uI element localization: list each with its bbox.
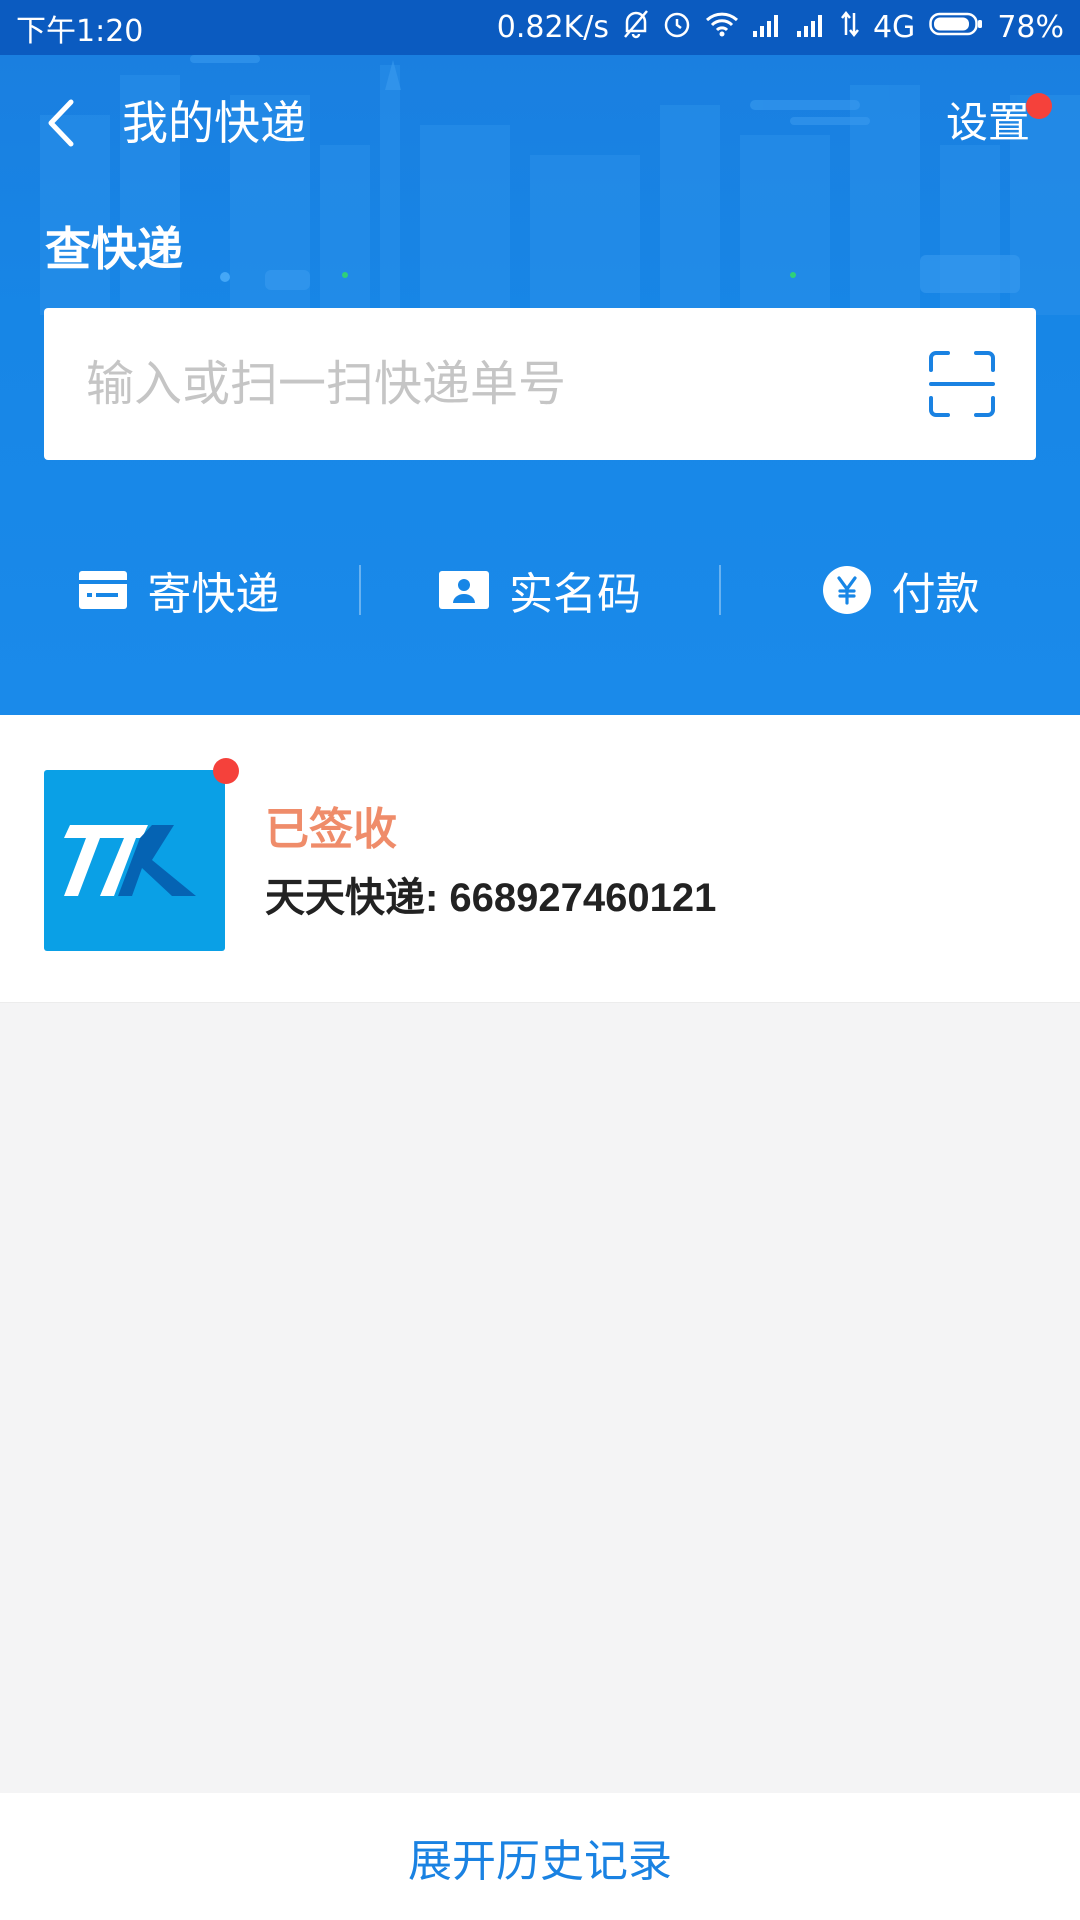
signal-icon-2 — [796, 10, 827, 45]
status-time: 下午1:20 — [16, 13, 144, 49]
tracking-search-box[interactable] — [44, 308, 1036, 460]
chevron-left-icon — [48, 99, 74, 147]
header-panel: 我的快递 设置 查快递 寄快递 — [0, 55, 1080, 715]
footer-bar: 展开历史记录 — [0, 1793, 1080, 1920]
tracking-number: 天天快递: 668927460121 — [265, 876, 717, 920]
data-arrows-icon — [840, 10, 859, 45]
scan-icon[interactable] — [928, 350, 996, 418]
ttk-logo-icon — [64, 825, 196, 896]
quick-actions: 寄快递 实名码 付款 — [0, 550, 1080, 630]
battery-percent: 78% — [997, 10, 1064, 45]
mute-bell-icon — [623, 9, 649, 47]
signal-icon-1 — [752, 10, 783, 45]
expand-history-button[interactable]: 展开历史记录 — [408, 1825, 672, 1889]
unread-dot — [213, 758, 239, 784]
id-card-icon — [439, 571, 489, 609]
payment-label: 付款 — [891, 569, 980, 620]
package-list-item[interactable]: 已签收 天天快递: 668927460121 — [0, 715, 1080, 1003]
status-indicators: 0.82K/s 4G 78% — [497, 9, 1064, 47]
send-package-icon — [79, 571, 128, 609]
notification-dot — [1026, 93, 1052, 119]
battery-icon — [929, 10, 983, 45]
send-package-label: 寄快递 — [147, 569, 280, 620]
network-type: 4G — [872, 10, 916, 45]
payment-button[interactable]: 付款 — [721, 550, 1080, 630]
courier-logo — [44, 758, 239, 951]
tracking-number-input[interactable] — [84, 355, 928, 413]
back-button[interactable] — [40, 93, 80, 153]
settings-label: 设置 — [945, 98, 1030, 147]
real-name-code-button[interactable]: 实名码 — [361, 550, 720, 630]
section-title: 查快递 — [45, 222, 183, 276]
page-title: 我的快递 — [122, 96, 306, 150]
settings-button[interactable]: 设置 — [945, 93, 1052, 153]
send-package-button[interactable]: 寄快递 — [0, 550, 359, 630]
status-bar: 下午1:20 0.82K/s 4G 78% — [0, 0, 1080, 55]
delivery-status: 已签收 — [265, 804, 397, 855]
wifi-icon — [705, 10, 739, 45]
real-name-code-label: 实名码 — [509, 569, 641, 620]
yuan-icon — [822, 566, 871, 614]
alarm-icon — [663, 9, 691, 47]
net-speed: 0.82K/s — [496, 10, 609, 45]
